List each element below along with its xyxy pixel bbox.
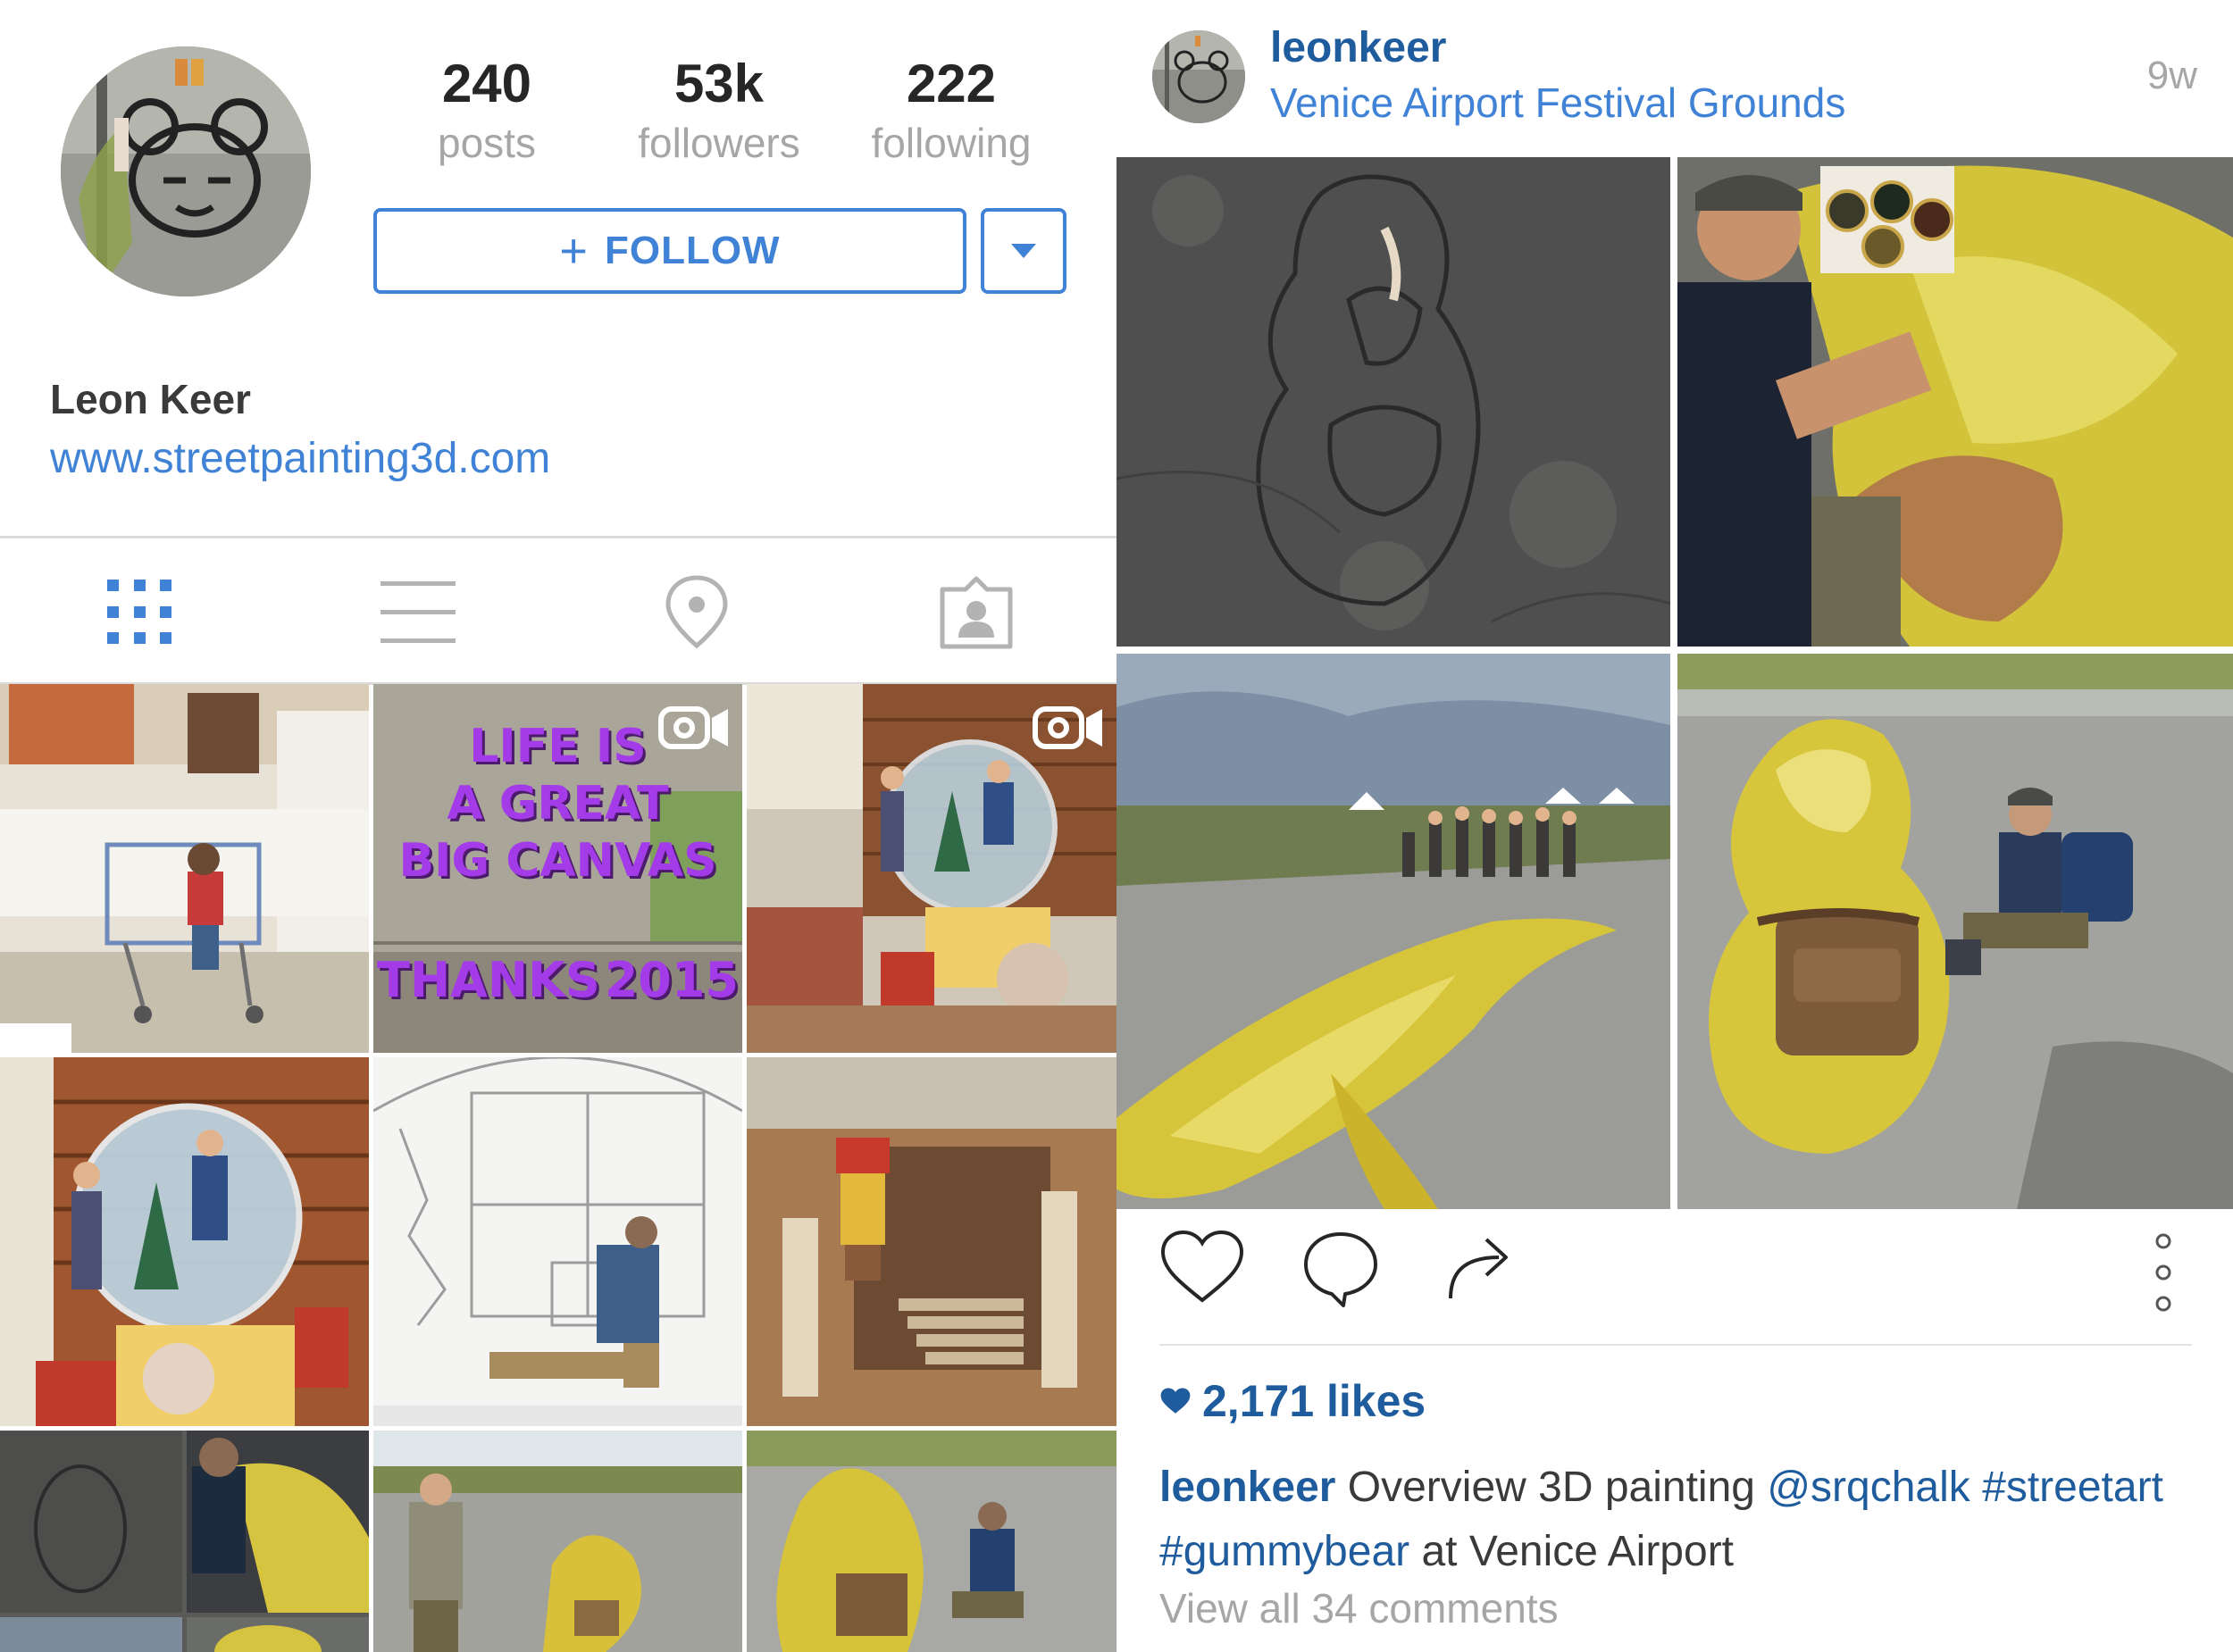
grid-post-tile[interactable] xyxy=(0,1431,369,1652)
tile-text-line: A GREAT xyxy=(447,777,669,830)
tile-text-line: THANKS xyxy=(377,952,600,1008)
grid-post-tile[interactable] xyxy=(0,684,369,1053)
post-caption: leonkeer Overview 3D painting @srqchalk … xyxy=(1159,1456,2204,1584)
comment-button[interactable] xyxy=(1300,1229,1381,1314)
likes-count[interactable]: 2,171 likes xyxy=(1159,1375,1426,1427)
likes-count-label: 2,171 likes xyxy=(1202,1376,1426,1426)
tagged-person-icon xyxy=(940,576,1013,649)
caption-username[interactable]: leonkeer xyxy=(1159,1464,1335,1511)
post-panel: leonkeer Venice Airport Festival Grounds… xyxy=(1116,0,2233,1652)
tab-grid-view[interactable] xyxy=(59,549,220,674)
caption-hashtag[interactable]: #gummybear xyxy=(1159,1528,1409,1575)
tile-text-line: 2015 xyxy=(604,952,739,1008)
video-camera-icon xyxy=(658,706,728,749)
profile-panel: 240 posts 53k followers 222 following + … xyxy=(0,0,1116,1652)
collage-photo xyxy=(1116,654,1670,1209)
posts-count-label: posts xyxy=(438,120,536,166)
posts-grid: LIFE IS A GREAT BIG CANVAS THANKS 2015 xyxy=(0,684,1116,1652)
divider xyxy=(0,536,1116,538)
grid-icon xyxy=(107,580,171,644)
grid-post-tile[interactable] xyxy=(0,1057,369,1426)
profile-avatar[interactable] xyxy=(61,46,311,296)
tab-places[interactable] xyxy=(616,549,777,674)
following-count-label: following xyxy=(871,120,1032,166)
following-count-value: 222 xyxy=(906,54,997,113)
collage-photo xyxy=(1677,157,2233,647)
divider xyxy=(1159,1344,2192,1346)
grid-post-tile[interactable] xyxy=(373,1431,742,1652)
post-author-avatar[interactable] xyxy=(1152,30,1245,123)
view-all-comments-link[interactable]: View all 34 comments xyxy=(1159,1584,1559,1632)
speech-bubble-icon xyxy=(1304,1232,1377,1307)
grid-post-tile[interactable] xyxy=(373,1057,742,1426)
heart-filled-icon xyxy=(1160,1388,1191,1414)
post-author-username[interactable]: leonkeer xyxy=(1270,23,1446,72)
following-count[interactable]: 222 following xyxy=(849,52,1054,170)
profile-full-name: Leon Keer xyxy=(50,376,251,422)
heart-outline-icon xyxy=(1160,1230,1244,1303)
post-timestamp: 9w xyxy=(2146,54,2197,97)
grid-post-tile-video[interactable] xyxy=(747,684,1116,1053)
caret-down-icon xyxy=(1011,244,1036,258)
more-options-button[interactable] xyxy=(2153,1232,2174,1317)
caption-text: Overview 3D painting xyxy=(1335,1464,1768,1511)
follow-button[interactable]: + FOLLOW xyxy=(373,208,966,294)
list-icon xyxy=(381,581,456,643)
suggested-users-dropdown-button[interactable] xyxy=(981,208,1066,294)
caption-mention[interactable]: @srqchalk xyxy=(1767,1464,1970,1511)
followers-count-value: 53k xyxy=(673,54,765,113)
posts-count-value: 240 xyxy=(441,54,532,113)
post-location-link[interactable]: Venice Airport Festival Grounds xyxy=(1270,79,1845,127)
collage-photo xyxy=(1677,654,2233,1209)
vertical-dots-icon xyxy=(2155,1233,2171,1312)
caption-text: at Venice Airport xyxy=(1409,1528,1735,1575)
followers-count[interactable]: 53k followers xyxy=(616,52,822,170)
share-button[interactable] xyxy=(1442,1229,1517,1308)
collage-photo xyxy=(1116,157,1670,647)
grid-post-tile[interactable] xyxy=(747,1431,1116,1652)
video-camera-icon xyxy=(1033,706,1102,749)
tab-tagged-photos[interactable] xyxy=(896,549,1057,674)
follow-button-label: FOLLOW xyxy=(604,229,781,272)
location-pin-icon xyxy=(665,575,728,649)
posts-count[interactable]: 240 posts xyxy=(384,52,590,170)
profile-website-link[interactable]: www.streetpainting3d.com xyxy=(50,434,550,483)
tab-list-view[interactable] xyxy=(338,549,498,674)
like-button[interactable] xyxy=(1159,1229,1245,1310)
grid-post-tile[interactable] xyxy=(747,1057,1116,1426)
tile-text-line: BIG CANVAS xyxy=(398,834,717,888)
grid-post-tile-video[interactable]: LIFE IS A GREAT BIG CANVAS THANKS 2015 xyxy=(373,684,742,1053)
caption-hashtag[interactable]: #streetart xyxy=(1982,1464,2163,1511)
post-image-collage[interactable] xyxy=(1116,157,2233,1209)
plus-icon: + xyxy=(559,224,589,278)
followers-count-label: followers xyxy=(638,120,800,166)
share-arrow-icon xyxy=(1449,1238,1508,1299)
